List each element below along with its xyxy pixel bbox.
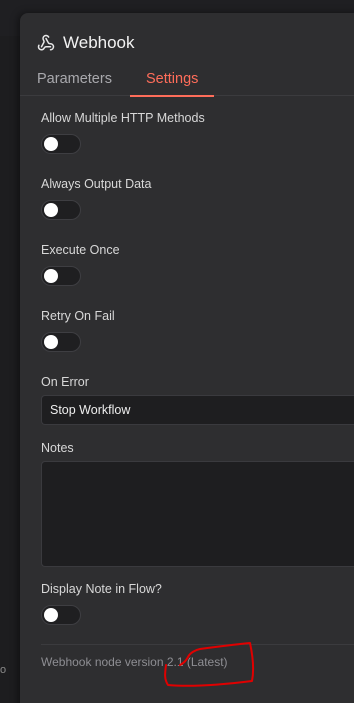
toggle-knob (44, 269, 58, 283)
toggle-knob (44, 608, 58, 622)
allow-multiple-methods-toggle[interactable] (41, 134, 81, 154)
on-error-select[interactable]: Stop Workflow (41, 395, 354, 425)
panel-header: Webhook (37, 31, 135, 55)
tab-parameters[interactable]: Parameters (37, 69, 112, 96)
execute-once-toggle[interactable] (41, 266, 81, 286)
webhook-icon (37, 34, 55, 51)
notes-textarea[interactable] (41, 461, 354, 567)
node-settings-panel: Webhook Parameters Settings Allow Multip… (20, 13, 354, 703)
display-note-label: Display Note in Flow? (41, 582, 162, 596)
tab-settings[interactable]: Settings (130, 69, 215, 97)
always-output-data-label: Always Output Data (41, 177, 152, 191)
retry-on-fail-toggle[interactable] (41, 332, 81, 352)
annotation-scribble (164, 642, 255, 687)
retry-on-fail-label: Retry On Fail (41, 309, 115, 323)
execute-once-label: Execute Once (41, 243, 120, 257)
toggle-knob (44, 203, 58, 217)
always-output-data-toggle[interactable] (41, 200, 81, 220)
allow-multiple-methods-label: Allow Multiple HTTP Methods (41, 111, 205, 125)
canvas-edge-text: o (0, 664, 7, 676)
node-title: Webhook (63, 33, 135, 52)
on-error-label: On Error (41, 375, 89, 389)
display-note-toggle[interactable] (41, 605, 81, 625)
notes-label: Notes (41, 441, 74, 455)
tab-bar: Parameters Settings (20, 69, 354, 97)
toggle-knob (44, 335, 58, 349)
canvas-background (0, 36, 20, 703)
toggle-knob (44, 137, 58, 151)
